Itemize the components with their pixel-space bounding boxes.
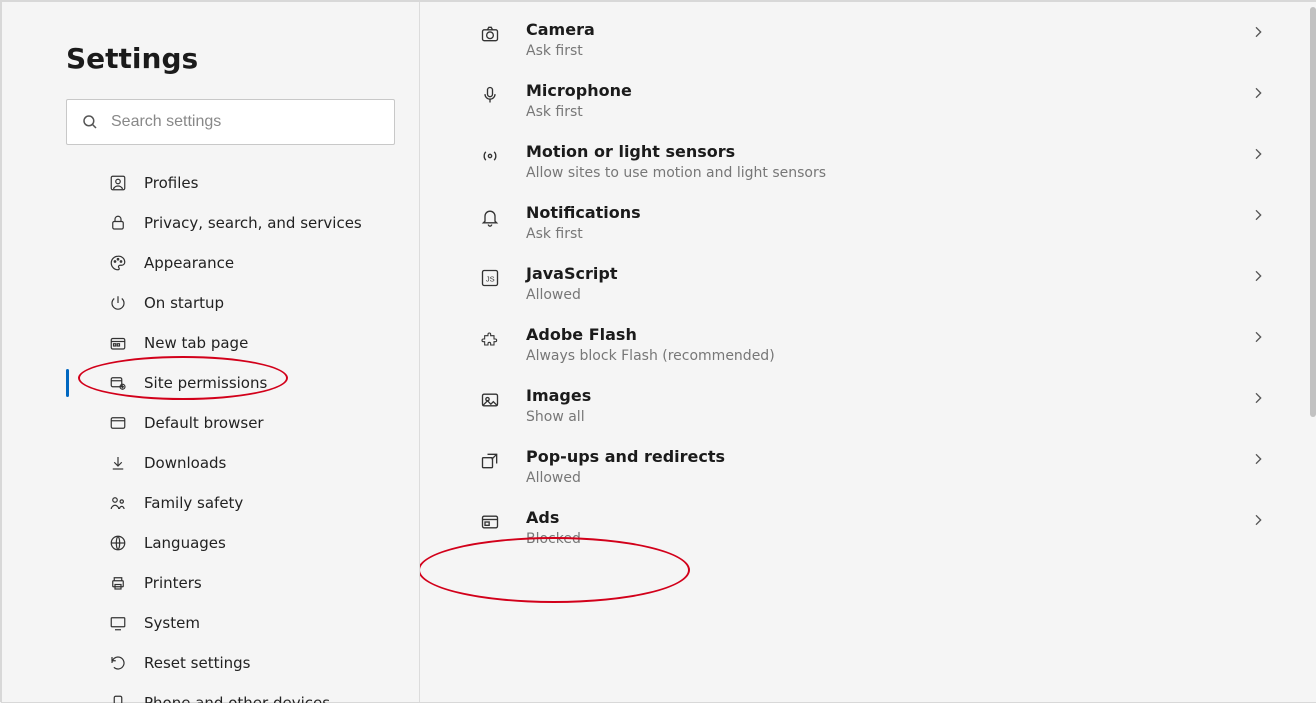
perm-title: Camera <box>526 20 1250 39</box>
settings-sidebar: Settings Profiles Privacy, search, and <box>2 2 420 702</box>
perm-title: Microphone <box>526 81 1250 100</box>
download-icon <box>108 453 128 473</box>
reset-icon <box>108 653 128 673</box>
nav-label: Downloads <box>144 454 226 472</box>
nav-label: Printers <box>144 574 202 592</box>
puzzle-icon <box>478 327 502 351</box>
nav-label: Privacy, search, and services <box>144 214 362 232</box>
perm-sub: Show all <box>526 409 1250 425</box>
perm-title: Notifications <box>526 203 1250 222</box>
nav-default-browser[interactable]: Default browser <box>66 403 395 443</box>
perm-images[interactable]: Images Show all <box>478 364 1268 425</box>
palette-icon <box>108 253 128 273</box>
camera-icon <box>478 22 502 46</box>
nav-appearance[interactable]: Appearance <box>66 243 395 283</box>
perm-ads[interactable]: Ads Blocked <box>478 486 1268 547</box>
perm-motion-sensors[interactable]: Motion or light sensors Allow sites to u… <box>478 120 1268 181</box>
search-box[interactable] <box>66 99 395 145</box>
sensor-icon <box>478 144 502 168</box>
chevron-right-icon <box>1250 390 1268 406</box>
perm-adobe-flash[interactable]: Adobe Flash Always block Flash (recommen… <box>478 303 1268 364</box>
printer-icon <box>108 573 128 593</box>
nav-downloads[interactable]: Downloads <box>66 443 395 483</box>
search-input[interactable] <box>109 112 380 132</box>
nav-label: Site permissions <box>144 374 267 392</box>
lock-icon <box>108 213 128 233</box>
nav-label: Languages <box>144 534 226 552</box>
permissions-panel: Camera Ask first Microphone Ask first <box>420 2 1316 702</box>
search-icon <box>81 113 99 131</box>
chevron-right-icon <box>1250 451 1268 467</box>
nav-label: Reset settings <box>144 654 251 672</box>
nav-list: Profiles Privacy, search, and services A… <box>66 163 395 703</box>
nav-privacy[interactable]: Privacy, search, and services <box>66 203 395 243</box>
perm-notifications[interactable]: Notifications Ask first <box>478 181 1268 242</box>
browser-icon <box>108 413 128 433</box>
perm-title: Adobe Flash <box>526 325 1250 344</box>
perm-title: Motion or light sensors <box>526 142 1250 161</box>
perm-sub: Ask first <box>526 226 1250 242</box>
new-tab-icon <box>108 333 128 353</box>
nav-system[interactable]: System <box>66 603 395 643</box>
popup-icon <box>478 449 502 473</box>
power-icon <box>108 293 128 313</box>
chevron-right-icon <box>1250 329 1268 345</box>
chevron-right-icon <box>1250 85 1268 101</box>
chevron-right-icon <box>1250 24 1268 40</box>
perm-sub: Ask first <box>526 43 1250 59</box>
nav-site-permissions[interactable]: Site permissions <box>66 363 395 403</box>
nav-on-startup[interactable]: On startup <box>66 283 395 323</box>
nav-label: New tab page <box>144 334 248 352</box>
profile-icon <box>108 173 128 193</box>
languages-icon <box>108 533 128 553</box>
nav-phone-devices[interactable]: Phone and other devices <box>66 683 395 703</box>
chevron-right-icon <box>1250 512 1268 528</box>
perm-sub: Allowed <box>526 470 1250 486</box>
svg-text:JS: JS <box>486 274 495 283</box>
bell-icon <box>478 205 502 229</box>
system-icon <box>108 613 128 633</box>
nav-label: System <box>144 614 200 632</box>
microphone-icon <box>478 83 502 107</box>
site-permissions-icon <box>108 373 128 393</box>
image-icon <box>478 388 502 412</box>
scrollbar[interactable] <box>1310 7 1316 417</box>
perm-sub: Ask first <box>526 104 1250 120</box>
nav-label: Family safety <box>144 494 243 512</box>
perm-title: JavaScript <box>526 264 1250 283</box>
perm-microphone[interactable]: Microphone Ask first <box>478 59 1268 120</box>
nav-new-tab[interactable]: New tab page <box>66 323 395 363</box>
nav-profiles[interactable]: Profiles <box>66 163 395 203</box>
page-title: Settings <box>66 42 395 75</box>
perm-sub: Blocked <box>526 531 1250 547</box>
nav-label: Default browser <box>144 414 264 432</box>
nav-languages[interactable]: Languages <box>66 523 395 563</box>
perm-sub: Always block Flash (recommended) <box>526 348 1250 364</box>
nav-printers[interactable]: Printers <box>66 563 395 603</box>
perm-popups-redirects[interactable]: Pop-ups and redirects Allowed <box>478 425 1268 486</box>
perm-title: Ads <box>526 508 1250 527</box>
perm-title: Images <box>526 386 1250 405</box>
perm-sub: Allow sites to use motion and light sens… <box>526 165 1250 181</box>
perm-camera[interactable]: Camera Ask first <box>478 2 1268 59</box>
perm-sub: Allowed <box>526 287 1250 303</box>
chevron-right-icon <box>1250 268 1268 284</box>
nav-label: Appearance <box>144 254 234 272</box>
chevron-right-icon <box>1250 207 1268 223</box>
chevron-right-icon <box>1250 146 1268 162</box>
nav-reset-settings[interactable]: Reset settings <box>66 643 395 683</box>
nav-label: On startup <box>144 294 224 312</box>
family-icon <box>108 493 128 513</box>
perm-title: Pop-ups and redirects <box>526 447 1250 466</box>
javascript-icon: JS <box>478 266 502 290</box>
nav-family-safety[interactable]: Family safety <box>66 483 395 523</box>
ads-icon <box>478 510 502 534</box>
perm-javascript[interactable]: JS JavaScript Allowed <box>478 242 1268 303</box>
nav-label: Profiles <box>144 174 198 192</box>
